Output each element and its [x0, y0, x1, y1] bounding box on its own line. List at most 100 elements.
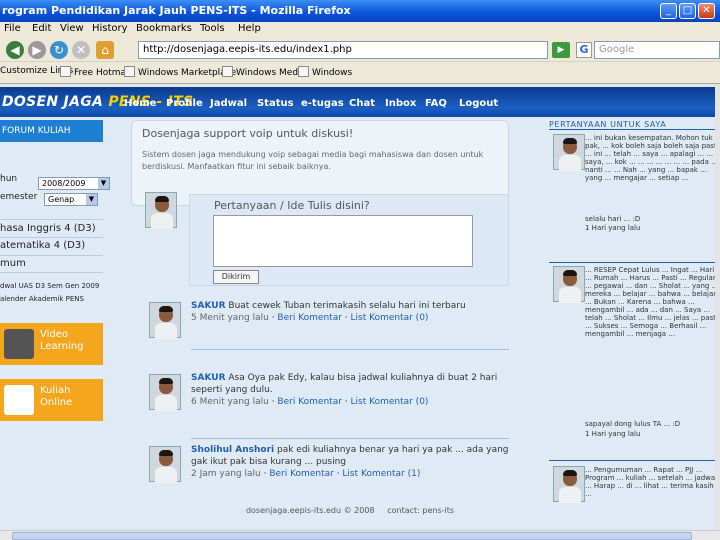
divider	[549, 262, 720, 263]
logo-text: DOSEN JAGA	[2, 94, 104, 110]
bookmark-windows-media[interactable]: Windows Media	[222, 66, 306, 78]
semester-value: Genap	[48, 195, 75, 204]
window-title: rogram Pendidikan Jarak Jauh PENS-ITS - …	[2, 4, 351, 17]
google-icon[interactable]: G	[576, 42, 592, 58]
support-text: Sistem dosen jaga mendukung voip sebagai…	[142, 150, 484, 171]
footer-contact: contact: pens-its	[387, 506, 455, 515]
page-icon	[124, 66, 135, 77]
nav-profile[interactable]: Profile	[166, 98, 203, 109]
post-time: 5 Menit yang lalu	[191, 313, 269, 323]
search-input[interactable]: Google	[594, 41, 720, 59]
stop-icon[interactable]: ✕	[72, 41, 90, 59]
course-link-bahasa-inggris[interactable]: hasa Inggris 4 (D3)	[0, 223, 96, 234]
left-sidebar: FORUM KULIAH hun 2008/2009 ▼ emester Gena…	[0, 120, 110, 530]
bookmark-windows[interactable]: Windows	[298, 66, 352, 78]
tahun-value: 2008/2009	[42, 179, 86, 188]
nav-inbox[interactable]: Inbox	[385, 98, 416, 109]
forward-icon[interactable]: ▶	[28, 41, 46, 59]
chevron-down-icon: ▼	[86, 194, 97, 205]
scrollbar-thumb[interactable]	[12, 532, 692, 540]
menu-bookmarks[interactable]: Bookmarks	[136, 23, 192, 34]
comment-link[interactable]: Beri Komentar	[269, 469, 334, 479]
comment-list-link[interactable]: List Komentar (0)	[351, 313, 429, 323]
comment-list-link[interactable]: List Komentar (1)	[342, 469, 420, 479]
bookmark-label: Windows Media	[236, 68, 307, 78]
minimize-button[interactable]: _	[660, 3, 677, 19]
tahun-select[interactable]: 2008/2009 ▼	[38, 177, 110, 190]
home-icon[interactable]: ⌂	[96, 41, 114, 59]
horizontal-scrollbar[interactable]	[0, 530, 720, 540]
browser-window: rogram Pendidikan Jarak Jauh PENS-ITS - …	[0, 0, 720, 540]
address-bar[interactable]: http://dosenjaga.eepis-its.edu/index1.ph…	[138, 41, 548, 59]
post-user[interactable]: Sholihul Anshori	[191, 445, 274, 455]
divider	[0, 237, 103, 238]
divider	[549, 460, 720, 461]
post-message: Buat cewek Tuban terimakasih selalu hari…	[228, 301, 466, 311]
question-textarea[interactable]	[213, 215, 473, 267]
reload-icon[interactable]: ↻	[50, 41, 68, 59]
nav-etugas[interactable]: e-tugas	[301, 98, 344, 109]
submit-question-button[interactable]: Dikirim	[213, 270, 259, 284]
question-meta: selalu hari ... :D	[585, 215, 641, 223]
nav-logout[interactable]: Logout	[459, 98, 498, 109]
menu-edit[interactable]: Edit	[32, 23, 51, 34]
question-title: Pertanyaan / Ide Tulis disini?	[214, 199, 370, 212]
navigation-toolbar: ◀ ▶ ↻ ✕ ⌂ http://dosenjaga.eepis-its.edu…	[0, 38, 720, 62]
back-icon[interactable]: ◀	[6, 41, 24, 59]
question-meta: sapayal dong lulus TA ... :D	[585, 420, 681, 428]
maximize-button[interactable]: □	[679, 3, 696, 19]
jadwal-uas-link[interactable]: dwal UAS D3 Sem Gen 2009	[0, 282, 99, 290]
comment-link[interactable]: Beri Komentar	[277, 313, 342, 323]
vertical-scrollbar[interactable]	[715, 84, 720, 530]
bookmarks-toolbar: Customize Links Free Hotmail Windows Mar…	[0, 62, 720, 84]
question-time: 1 Hari yang lalu	[585, 224, 641, 232]
bookmark-label: Free Hotmail	[74, 68, 132, 78]
question-box: Pertanyaan / Ide Tulis disini? Dikirim	[189, 194, 509, 286]
post-user[interactable]: SAKUR	[191, 373, 226, 383]
forum-kuliah-title: FORUM KULIAH	[0, 120, 103, 142]
post-item: Sholihul Anshori pak edi kuliahnya benar…	[191, 445, 509, 479]
video-camera-icon	[4, 329, 34, 359]
bookmark-windows-marketplace[interactable]: Windows Marketplace	[124, 66, 236, 78]
post-user[interactable]: SAKUR	[191, 301, 226, 311]
menu-bar: File Edit View History Bookmarks Tools H…	[0, 22, 720, 38]
post-message: Asa Oya pak Edy, kalau bisa jadwal kulia…	[191, 373, 498, 395]
page-icon	[222, 66, 233, 77]
menu-view[interactable]: View	[60, 23, 84, 34]
questions-for-me-title: PERTANYAAN UNTUK SAYA	[549, 120, 667, 129]
divider	[0, 219, 103, 220]
bookmark-label: Windows	[312, 68, 353, 78]
comment-link[interactable]: Beri Komentar	[277, 397, 342, 407]
kalender-akademik-link[interactable]: alender Akademik PENS	[0, 295, 84, 303]
course-link-umum[interactable]: mum	[0, 258, 26, 269]
menu-tools[interactable]: Tools	[200, 23, 225, 34]
divider	[549, 129, 720, 130]
close-button[interactable]: ✕	[698, 3, 715, 19]
menu-file[interactable]: File	[4, 23, 21, 34]
page-viewport: DOSEN JAGA PENS - ITS Home Profile Jadwa…	[0, 84, 720, 530]
go-button[interactable]: ▶	[552, 42, 570, 58]
nav-home[interactable]: Home	[124, 98, 156, 109]
site-header: DOSEN JAGA PENS - ITS Home Profile Jadwa…	[0, 87, 715, 117]
promo-line: Online	[40, 397, 73, 408]
main-content: Dosenjaga support voip untuk diskusi! Si…	[131, 120, 509, 530]
support-title: Dosenjaga support voip untuk diskusi!	[142, 127, 354, 140]
nav-status[interactable]: Status	[257, 98, 294, 109]
menu-history[interactable]: History	[92, 23, 128, 34]
avatar	[145, 192, 177, 229]
kuliah-online-banner[interactable]: Kuliah Online	[0, 379, 103, 421]
menu-help[interactable]: Help	[238, 23, 261, 34]
nav-jadwal[interactable]: Jadwal	[210, 98, 247, 109]
promo-line: Learning	[40, 341, 84, 352]
bookmark-free-hotmail[interactable]: Free Hotmail	[60, 66, 131, 78]
comment-list-link[interactable]: List Komentar (0)	[351, 397, 429, 407]
divider	[191, 438, 509, 439]
nav-faq[interactable]: FAQ	[425, 98, 447, 109]
video-learning-banner[interactable]: Video Learning	[0, 323, 103, 365]
promo-line: Kuliah	[40, 385, 71, 396]
course-link-matematika[interactable]: atematika 4 (D3)	[0, 240, 85, 251]
nav-chat[interactable]: Chat	[349, 98, 375, 109]
post-time: 6 Menit yang lalu	[191, 397, 269, 407]
semester-select[interactable]: Genap ▼	[44, 193, 98, 206]
divider	[0, 272, 103, 273]
